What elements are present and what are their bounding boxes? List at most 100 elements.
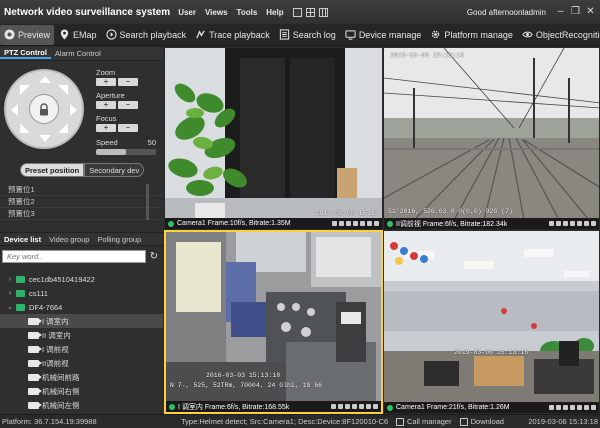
refresh-icon[interactable]: ↻ — [148, 251, 160, 263]
preset-item[interactable]: 预置位3 — [0, 208, 163, 220]
layout-single-icon[interactable] — [292, 7, 302, 17]
talk-icon[interactable] — [570, 405, 575, 410]
tool-object-recognition[interactable]: ObjectRecognitic — [518, 25, 600, 45]
close-icon[interactable]: ✕ — [586, 7, 595, 17]
ptz-up-right-button[interactable] — [58, 85, 68, 95]
tool-search-playback[interactable]: Search playback — [102, 25, 191, 45]
close-tile-icon[interactable] — [591, 221, 596, 226]
close-tile-icon[interactable] — [374, 221, 379, 226]
tree-camera-label: 机械间右侧 — [42, 386, 80, 396]
audio-icon[interactable] — [563, 405, 568, 410]
device-search-input[interactable] — [2, 250, 146, 263]
ptz-left-button[interactable] — [11, 104, 18, 116]
tool-emap[interactable]: EMap — [55, 25, 101, 45]
ptz-icon[interactable] — [584, 221, 589, 226]
close-tile-icon[interactable] — [373, 404, 378, 409]
preset-list: 预置位1 预置位2 预置位3 — [0, 184, 163, 220]
record-icon[interactable] — [556, 405, 561, 410]
alert-message[interactable]: Type:Helmet detect; Src:Camera1; Desc:De… — [178, 417, 388, 426]
talk-icon[interactable] — [570, 221, 575, 226]
ptz-down-right-button[interactable] — [58, 123, 68, 133]
tab-device-list[interactable]: Device list — [0, 235, 45, 244]
aperture-minus-button[interactable]: − — [118, 101, 138, 109]
talk-icon[interactable] — [353, 221, 358, 226]
tree-node-device[interactable]: ⌄ DF4-7664 — [0, 300, 163, 314]
zoom-icon[interactable] — [577, 221, 582, 226]
tree-camera-item[interactable]: I 调前视 — [0, 342, 163, 356]
tool-preview-label: Preview — [18, 29, 51, 40]
focus-plus-button[interactable]: + — [96, 124, 116, 132]
zoom-in-button[interactable]: + — [96, 78, 116, 86]
tool-device-manage[interactable]: Device manage — [341, 25, 426, 45]
call-manager-button[interactable]: Call manager — [396, 417, 452, 426]
layout-columns-icon[interactable] — [318, 7, 328, 17]
zoom-icon[interactable] — [359, 404, 364, 409]
layout-grid-icon[interactable] — [305, 7, 315, 17]
tree-node-device[interactable]: › cec1db4510419422 — [0, 272, 163, 286]
restore-icon[interactable]: ❐ — [571, 7, 580, 17]
tree-camera-item[interactable]: II 调室内 — [0, 328, 163, 342]
tab-alarm-control[interactable]: Alarm Control — [51, 49, 105, 58]
video-tile-3[interactable]: 2016-03-03 15:13:18 N 7-, 525, 52TRm, 70… — [164, 230, 383, 414]
snapshot-icon[interactable] — [549, 405, 554, 410]
aperture-control: Aperture + − — [96, 91, 138, 109]
tool-platform-manage[interactable]: Platform manage — [426, 25, 517, 45]
tree-camera-item[interactable]: II调前视 — [0, 356, 163, 370]
menu-user[interactable]: User — [178, 8, 196, 17]
ptz-right-button[interactable] — [70, 104, 77, 116]
tab-preset-position[interactable]: Preset position — [20, 163, 85, 177]
zoom-icon[interactable] — [577, 405, 582, 410]
focus-minus-button[interactable]: − — [118, 124, 138, 132]
audio-icon[interactable] — [563, 221, 568, 226]
tree-camera-item[interactable]: I 调室内 — [0, 314, 163, 328]
tool-preview[interactable]: Preview — [0, 24, 55, 45]
ptz-up-left-button[interactable] — [20, 85, 30, 95]
tree-camera-item[interactable]: 机械间左侧 — [0, 398, 163, 412]
tab-video-group[interactable]: Video group — [45, 235, 93, 244]
expand-caret-icon[interactable]: › — [6, 290, 14, 297]
tab-polling-group[interactable]: Polling group — [93, 235, 145, 244]
minimize-icon[interactable]: – — [556, 7, 565, 17]
osd-timestamp: 2019-03-06 15:13 — [315, 210, 378, 217]
snapshot-icon[interactable] — [331, 404, 336, 409]
tree-camera-item[interactable]: 机械间右侧 — [0, 384, 163, 398]
snapshot-icon[interactable] — [332, 221, 337, 226]
ptz-lock-button[interactable] — [29, 94, 59, 124]
aperture-plus-button[interactable]: + — [96, 101, 116, 109]
audio-icon[interactable] — [346, 221, 351, 226]
video-tile-4[interactable]: 2019-03-06 15:13:18 Camera1 Frame:21f/s,… — [383, 230, 600, 414]
ptz-up-button[interactable] — [39, 76, 51, 83]
audio-icon[interactable] — [345, 404, 350, 409]
download-button[interactable]: Download — [459, 417, 504, 426]
video-tile-2[interactable]: 2019-03-06 15:13:18 51'2016, 526.03 0 0(… — [383, 47, 600, 230]
menu-help[interactable]: Help — [266, 8, 283, 17]
ptz-icon[interactable] — [584, 405, 589, 410]
record-icon[interactable] — [339, 221, 344, 226]
menu-views[interactable]: Views — [205, 8, 228, 17]
ptz-icon[interactable] — [367, 221, 372, 226]
ptz-down-left-button[interactable] — [20, 123, 30, 133]
tool-search-log[interactable]: Search log — [275, 25, 340, 45]
speed-slider[interactable] — [96, 149, 156, 155]
talk-icon[interactable] — [352, 404, 357, 409]
zoom-out-button[interactable]: − — [118, 78, 138, 86]
video-tile-1[interactable]: 2019-03-06 15:13 Camera1 Frame:10f/s, Bi… — [164, 47, 383, 230]
ptz-down-button[interactable] — [39, 135, 51, 142]
ptz-icon[interactable] — [366, 404, 371, 409]
close-tile-icon[interactable] — [591, 405, 596, 410]
zoom-icon[interactable] — [360, 221, 365, 226]
tree-node-device[interactable]: › cs111 — [0, 286, 163, 300]
preset-item[interactable]: 预置位1 — [0, 184, 163, 196]
collapse-caret-icon[interactable]: ⌄ — [6, 303, 14, 311]
tab-ptz-control[interactable]: PTZ Control — [0, 48, 51, 59]
expand-caret-icon[interactable]: › — [6, 276, 14, 283]
tool-trace-playback[interactable]: Trace playback — [191, 25, 274, 45]
menu-tools[interactable]: Tools — [237, 8, 258, 17]
tab-secondary-dev[interactable]: Secondary dev — [84, 163, 145, 177]
record-icon[interactable] — [556, 221, 561, 226]
snapshot-icon[interactable] — [549, 221, 554, 226]
record-icon[interactable] — [338, 404, 343, 409]
preset-item[interactable]: 预置位2 — [0, 196, 163, 208]
tree-camera-item[interactable]: 机械间前路 — [0, 370, 163, 384]
preset-scrollbar[interactable] — [146, 184, 149, 220]
